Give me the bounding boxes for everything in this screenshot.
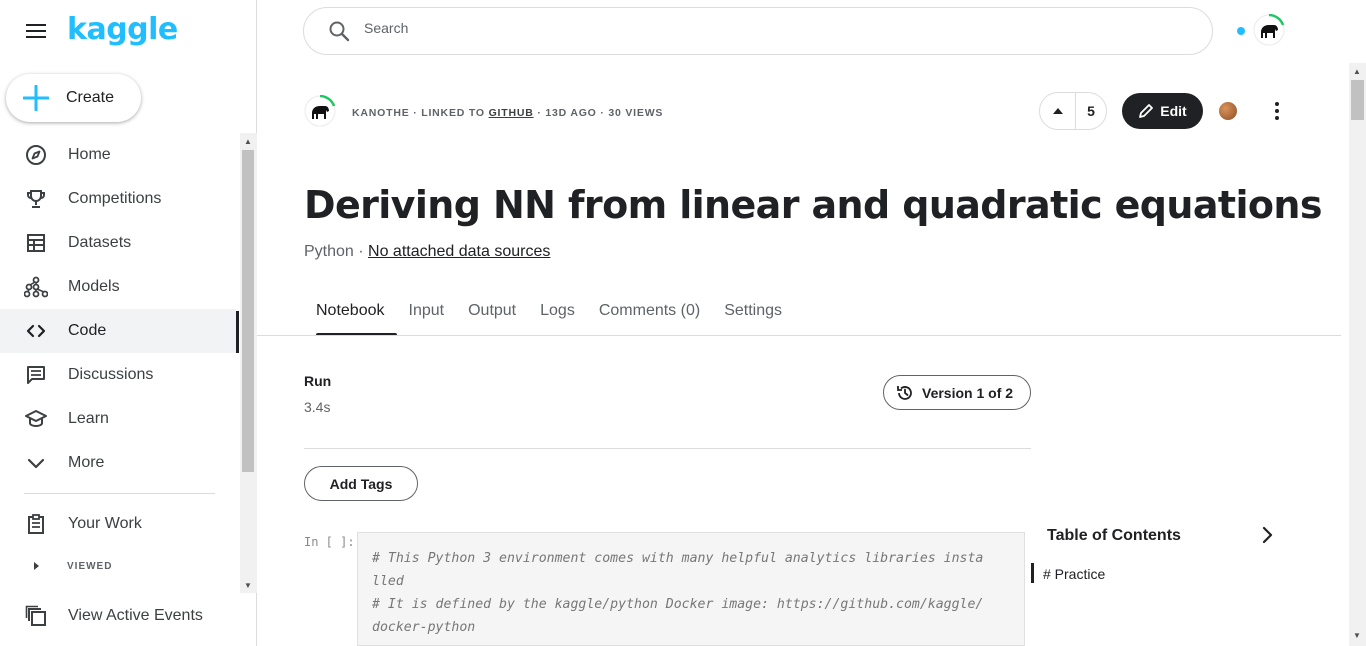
sidebar-item-view-active-events[interactable]: View Active Events <box>0 594 240 638</box>
language-label: Python · <box>304 243 369 260</box>
menu-icon[interactable] <box>24 21 48 41</box>
clipboard-icon <box>24 512 48 536</box>
kaggle-logo[interactable]: kaggle <box>67 12 178 47</box>
tab-notebook[interactable]: Notebook <box>304 296 397 336</box>
sidebar-item-viewed[interactable]: VIEWED <box>0 544 236 588</box>
viewed-section-label: VIEWED <box>67 561 113 572</box>
comments-icon <box>24 363 48 387</box>
pencil-icon <box>1139 104 1154 118</box>
trophy-icon <box>24 187 48 211</box>
sidebar-item-label: Home <box>68 146 111 163</box>
vote-count: 5 <box>1087 103 1095 119</box>
sidebar-item-more[interactable]: More <box>0 441 236 485</box>
scroll-down-icon[interactable]: ▼ <box>244 581 252 590</box>
code-cell[interactable]: # This Python 3 environment comes with m… <box>357 532 1025 646</box>
create-button[interactable]: Create <box>6 74 141 122</box>
data-sources-link[interactable]: No attached data sources <box>368 243 550 260</box>
plus-icon <box>6 85 66 111</box>
search-bar[interactable] <box>303 7 1213 55</box>
sidebar-item-label: Discussions <box>68 366 154 383</box>
sidebar-item-label: Learn <box>68 410 109 427</box>
sidebar-item-datasets[interactable]: Datasets <box>0 221 236 265</box>
tab-logs[interactable]: Logs <box>528 296 587 336</box>
caret-right-icon <box>24 554 48 578</box>
chevron-right-icon[interactable] <box>1256 524 1278 546</box>
sidebar-item-label: Your Work <box>68 515 142 532</box>
compass-icon <box>24 143 48 167</box>
code-line: lled <box>372 574 404 589</box>
cell-prompt: In [ ]: <box>304 535 355 549</box>
tab-settings[interactable]: Settings <box>712 296 794 336</box>
code-line: # It is defined by the kaggle/python Doc… <box>372 597 984 612</box>
toc-active-indicator <box>1031 563 1034 583</box>
caret-up-icon <box>1052 108 1063 114</box>
toc-title: Table of Contents <box>1047 527 1181 544</box>
sidebar-item-label: Models <box>68 278 120 295</box>
meta-stats: · 13D AGO · 30 VIEWS <box>537 107 664 119</box>
search-icon <box>328 20 350 47</box>
author-avatar[interactable] <box>304 94 336 127</box>
more-vert-icon[interactable] <box>1265 99 1289 123</box>
sidebar-item-label: Datasets <box>68 234 132 251</box>
sidebar-nav: Home Competitions Datasets Models Code D… <box>0 133 240 593</box>
author-link[interactable]: KANOTHE <box>352 107 410 119</box>
active-nav-indicator <box>236 311 239 353</box>
github-link[interactable]: GITHUB <box>489 107 534 119</box>
sidebar-item-models[interactable]: Models <box>0 265 236 309</box>
scroll-down-icon[interactable]: ▼ <box>1353 631 1361 640</box>
sidebar: kaggle Create Home Competitions Datasets <box>0 0 257 646</box>
sidebar-item-competitions[interactable]: Competitions <box>0 177 236 221</box>
school-icon <box>24 407 48 431</box>
tab-input[interactable]: Input <box>397 296 457 336</box>
code-line: docker-python <box>372 620 476 635</box>
user-avatar[interactable] <box>1253 13 1285 46</box>
library-icon <box>24 604 48 628</box>
sidebar-scrollbar[interactable]: ▲ ▼ <box>240 133 257 593</box>
sidebar-item-home[interactable]: Home <box>0 133 236 177</box>
notification-dot <box>1237 27 1245 35</box>
edit-label: Edit <box>1160 103 1187 119</box>
tabs-divider <box>257 335 1341 336</box>
search-input[interactable] <box>364 20 1164 36</box>
notebook-subtitle: Python · No attached data sources <box>304 243 550 261</box>
edit-button[interactable]: Edit <box>1122 93 1203 129</box>
run-label: Run <box>304 373 332 389</box>
tab-comments[interactable]: Comments (0) <box>587 296 712 336</box>
notebook-meta: KANOTHE · LINKED TO GITHUB · 13D AGO · 3… <box>352 107 663 119</box>
sidebar-item-code[interactable]: Code <box>0 309 236 353</box>
meta-linked-text: · LINKED TO <box>413 107 489 119</box>
create-label: Create <box>66 89 115 106</box>
sidebar-item-discussions[interactable]: Discussions <box>0 353 236 397</box>
version-label: Version 1 of 2 <box>922 384 1014 401</box>
sidebar-item-label: Competitions <box>68 190 162 207</box>
chevron-down-icon <box>24 451 48 475</box>
add-tags-button[interactable]: Add Tags <box>304 466 418 501</box>
main-scroll-thumb[interactable] <box>1351 80 1364 120</box>
sidebar-item-learn[interactable]: Learn <box>0 397 236 441</box>
scroll-up-icon[interactable]: ▲ <box>244 137 252 146</box>
code-icon <box>24 319 48 343</box>
vote-widget: 5 <box>1039 92 1107 130</box>
code-line: # This Python 3 environment comes with m… <box>372 551 984 566</box>
version-button[interactable]: Version 1 of 2 <box>883 375 1031 410</box>
sidebar-scroll-thumb[interactable] <box>242 150 254 472</box>
models-icon <box>24 275 48 299</box>
sidebar-item-label: View Active Events <box>68 607 203 624</box>
sidebar-divider <box>24 493 215 494</box>
run-duration: 3.4s <box>304 399 331 415</box>
main-scrollbar[interactable]: ▲ ▼ <box>1349 63 1366 646</box>
sidebar-item-your-work[interactable]: Your Work <box>0 502 236 546</box>
sidebar-item-label: More <box>68 454 105 471</box>
notebook-tabs: Notebook Input Output Logs Comments (0) … <box>304 296 794 336</box>
section-divider <box>304 448 1031 449</box>
scroll-up-icon[interactable]: ▲ <box>1353 67 1361 76</box>
upvote-button[interactable] <box>1040 93 1076 129</box>
history-icon <box>897 385 912 400</box>
page-title: Deriving NN from linear and quadratic eq… <box>304 183 1322 227</box>
tab-output[interactable]: Output <box>456 296 528 336</box>
table-icon <box>24 231 48 255</box>
toc-item[interactable]: # Practice <box>1043 566 1105 582</box>
sidebar-item-label: Code <box>68 322 107 339</box>
medal-icon[interactable] <box>1219 102 1237 120</box>
